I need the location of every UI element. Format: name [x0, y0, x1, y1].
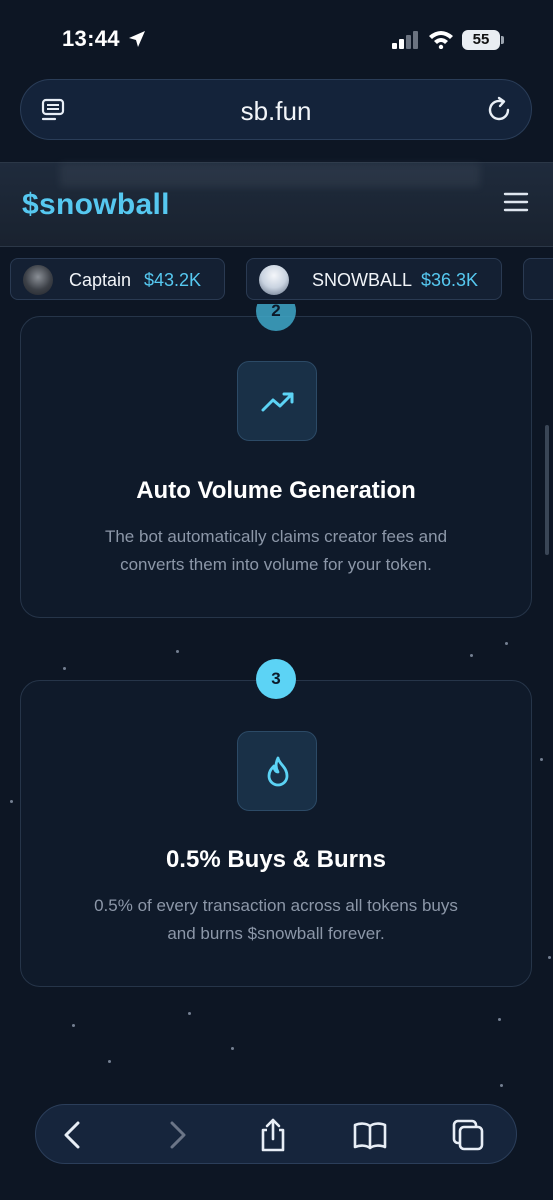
star-decoration: [498, 1018, 501, 1021]
star-decoration: [63, 667, 66, 670]
card-title: 0.5% Buys & Burns: [165, 846, 387, 873]
url-text: sb.fun: [240, 96, 312, 126]
clock: 13:44: [62, 26, 120, 51]
battery-icon: 55: [462, 30, 500, 50]
card-description: 0.5% of every transaction across all tok…: [61, 892, 491, 948]
token-name: SNOWBALL: [312, 270, 413, 290]
blurred-banner: [60, 163, 480, 187]
hamburger-menu-icon[interactable]: [503, 191, 529, 213]
card-title: Auto Volume Generation: [136, 477, 416, 504]
description-line: 0.5% of every transaction across all tok…: [94, 896, 458, 915]
tabs-icon[interactable]: [450, 1117, 486, 1153]
step-card: Auto Volume Generation The bot automatic…: [20, 316, 532, 618]
description-line: and burns $snowball forever.: [167, 924, 385, 943]
cellular-signal-icon: [392, 31, 418, 49]
star-decoration: [176, 650, 179, 653]
avatar: [23, 265, 53, 295]
trending-up-icon: [261, 392, 294, 412]
avatar: [259, 265, 289, 295]
ticker-chip-snowball[interactable]: SNOWBALL $36.3K: [246, 258, 502, 300]
battery-level: 55: [472, 31, 490, 48]
token-ticker: Captain $43.2K SNOWBALL $36.3K: [0, 258, 553, 304]
step-number-badge: 2: [256, 304, 296, 331]
star-decoration: [108, 1060, 111, 1063]
icon-box: [237, 731, 317, 811]
icon-box: [237, 361, 317, 441]
token-name: Captain: [69, 270, 132, 290]
star-decoration: [231, 1047, 234, 1050]
flame-icon: [267, 756, 289, 787]
step-card: 0.5% Buys & Burns 0.5% of every transact…: [20, 680, 532, 987]
location-arrow-icon: [129, 31, 145, 47]
star-decoration: [540, 758, 543, 761]
back-icon[interactable]: [56, 1117, 92, 1153]
status-bar: 13:44 55: [0, 0, 553, 78]
badge-clip: 2: [0, 304, 553, 334]
ticker-chip-next[interactable]: [523, 258, 553, 300]
forward-icon[interactable]: [158, 1117, 194, 1153]
token-price: $36.3K: [421, 270, 479, 290]
address-bar[interactable]: sb.fun: [20, 79, 532, 140]
scrollbar[interactable]: [545, 425, 549, 555]
star-decoration: [188, 1012, 191, 1015]
description-line: converts them into volume for your token…: [120, 555, 432, 574]
description-line: The bot automatically claims creator fee…: [104, 527, 448, 546]
star-decoration: [72, 1024, 75, 1027]
bookmarks-icon[interactable]: [352, 1117, 388, 1153]
browser-toolbar: [35, 1104, 517, 1164]
star-decoration: [500, 1084, 503, 1087]
share-icon[interactable]: [255, 1117, 291, 1153]
reload-icon[interactable]: [485, 96, 513, 124]
star-decoration: [10, 800, 13, 803]
site-header: $snowball: [0, 162, 553, 247]
card-description: The bot automatically claims creator fee…: [61, 523, 491, 579]
ticker-chip-captain[interactable]: Captain $43.2K: [10, 258, 225, 300]
star-decoration: [505, 642, 508, 645]
star-decoration: [548, 956, 551, 959]
star-decoration: [470, 654, 473, 657]
battery-tip: [501, 36, 504, 44]
step-number-badge: 3: [256, 659, 296, 699]
token-price: $43.2K: [144, 270, 202, 290]
site-logo-text[interactable]: $snowball: [22, 188, 170, 222]
wifi-icon: [429, 31, 453, 49]
